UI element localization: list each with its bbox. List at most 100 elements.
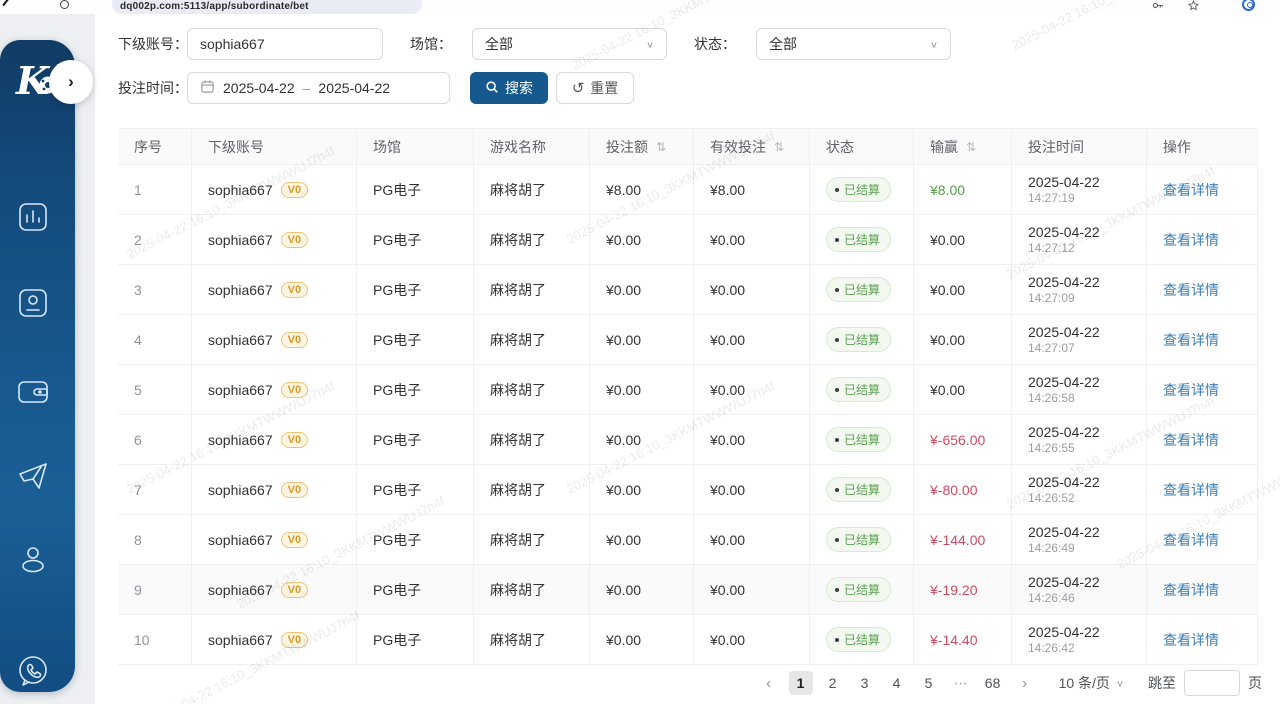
page-number-68[interactable]: 68 [981, 671, 1005, 695]
main-panel: 下级账号： sophia667 场馆： 全部 ∨ 状态： 全部 ∨ 投注时间： [95, 14, 1280, 704]
column-header-label: 投注时间 [1028, 137, 1084, 157]
bet-date: 2025-04-22 [1028, 324, 1100, 341]
sidebar-item-wallet[interactable] [0, 372, 66, 417]
date-range-picker[interactable]: 2025-04-22 – 2025-04-22 [187, 72, 450, 104]
sidebar-item-members[interactable] [0, 284, 66, 327]
cell-bet-time: 2025-04-2214:26:58 [1012, 365, 1147, 415]
view-details-link[interactable]: 查看详情 [1163, 330, 1219, 350]
level-badge: V0 [281, 282, 308, 298]
cell-valid-bet: ¥0.00 [694, 515, 810, 565]
column-header-8[interactable]: 输赢⇅ [914, 129, 1012, 165]
cell-bet-amount: ¥0.00 [590, 215, 694, 265]
level-badge: V0 [281, 382, 308, 398]
row-number: 5 [134, 382, 142, 398]
search-button[interactable]: 搜索 [470, 72, 548, 104]
calendar-icon [200, 79, 215, 97]
page-number-3[interactable]: 3 [853, 671, 877, 695]
cell-game: 麻将胡了 [474, 515, 590, 565]
bet-date: 2025-04-22 [1028, 424, 1100, 441]
page-number-1[interactable]: 1 [789, 671, 813, 695]
profile-avatar-icon[interactable] [1242, 0, 1255, 11]
view-details-link[interactable]: 查看详情 [1163, 380, 1219, 400]
bet-table: 序号下级账号场馆游戏名称投注额⇅有效投注⇅状态输赢⇅投注时间操作 1sophia… [118, 128, 1258, 665]
column-header-label: 状态 [826, 137, 854, 157]
page-number-2[interactable]: 2 [821, 671, 845, 695]
reload-icon[interactable] [60, 0, 69, 9]
table-row: 10sophia667V0PG电子麻将胡了¥0.00¥0.00已结算¥-14.4… [118, 615, 1258, 665]
cell-action: 查看详情 [1147, 565, 1258, 615]
cell-index: 6 [118, 415, 192, 465]
view-details-link[interactable]: 查看详情 [1163, 180, 1219, 200]
cell-valid-bet: ¥8.00 [694, 165, 810, 215]
column-header-6[interactable]: 有效投注⇅ [694, 129, 810, 165]
view-details-link[interactable]: 查看详情 [1163, 530, 1219, 550]
status-badge: 已结算 [826, 477, 891, 502]
status-dot [835, 338, 839, 342]
bet-clock: 14:26:46 [1028, 591, 1100, 606]
cell-action: 查看详情 [1147, 365, 1258, 415]
column-header-1: 序号 [118, 129, 192, 165]
view-details-link[interactable]: 查看详情 [1163, 280, 1219, 300]
column-header-9: 投注时间 [1012, 129, 1147, 165]
winloss-amount: ¥-656.00 [930, 432, 985, 448]
table-row: 7sophia667V0PG电子麻将胡了¥0.00¥0.00已结算¥-80.00… [118, 465, 1258, 515]
cell-valid-bet: ¥0.00 [694, 215, 810, 265]
password-key-icon[interactable] [1152, 0, 1163, 13]
bet-time: 2025-04-2214:26:58 [1028, 374, 1100, 406]
cell-status: 已结算 [810, 215, 914, 265]
cell-venue: PG电子 [357, 565, 474, 615]
bet-time: 2025-04-2214:27:07 [1028, 324, 1100, 356]
bookmark-star-icon[interactable] [1188, 0, 1199, 13]
page-number-5[interactable]: 5 [917, 671, 941, 695]
cell-winloss: ¥-19.20 [914, 565, 1012, 615]
sidebar-expand-button[interactable]: › [49, 60, 93, 104]
sort-icon[interactable]: ⇅ [656, 140, 666, 154]
cell-venue: PG电子 [357, 415, 474, 465]
account-input[interactable]: sophia667 [187, 28, 383, 60]
cell-bet-time: 2025-04-2214:26:55 [1012, 415, 1147, 465]
cell-status: 已结算 [810, 365, 914, 415]
wallet-icon [13, 372, 53, 417]
cell-game: 麻将胡了 [474, 315, 590, 365]
account-name: sophia667 [208, 382, 273, 398]
level-badge: V0 [281, 482, 308, 498]
status-dot [835, 538, 839, 542]
bet-clock: 14:26:58 [1028, 391, 1100, 406]
jump-page-input[interactable] [1184, 670, 1240, 696]
view-details-link[interactable]: 查看详情 [1163, 630, 1219, 650]
pagination: ‹ 12345⋯68 › 10 条/页 ∨ 跳至 页 [757, 670, 1262, 696]
next-page-button[interactable]: › [1013, 671, 1037, 695]
bet-date: 2025-04-22 [1028, 174, 1100, 191]
page-number-4[interactable]: 4 [885, 671, 909, 695]
status-dot [835, 638, 839, 642]
table-row: 1sophia667V0PG电子麻将胡了¥8.00¥8.00已结算¥8.0020… [118, 165, 1258, 215]
column-header-label: 操作 [1163, 137, 1191, 157]
sidebar-item-analytics[interactable] [0, 198, 66, 241]
view-details-link[interactable]: 查看详情 [1163, 580, 1219, 600]
view-details-link[interactable]: 查看详情 [1163, 430, 1219, 450]
status-dot [835, 588, 839, 592]
bet-date: 2025-04-22 [1028, 374, 1100, 391]
view-details-link[interactable]: 查看详情 [1163, 230, 1219, 250]
page-size-select[interactable]: 10 条/页 ∨ [1059, 673, 1124, 693]
cell-index: 8 [118, 515, 192, 565]
status-select[interactable]: 全部 ∨ [756, 28, 951, 60]
row-number: 3 [134, 282, 142, 298]
row-number: 10 [134, 632, 150, 648]
column-header-5[interactable]: 投注额⇅ [590, 129, 694, 165]
sidebar-item-support[interactable] [0, 650, 66, 697]
cell-account: sophia667V0 [192, 465, 357, 515]
status-text: 已结算 [844, 381, 880, 398]
cell-game: 麻将胡了 [474, 215, 590, 265]
address-bar[interactable]: dq002p.com:5113/app/subordinate/bet [112, 0, 422, 14]
sort-icon[interactable]: ⇅ [966, 140, 976, 154]
bet-date: 2025-04-22 [1028, 274, 1100, 291]
reset-button[interactable]: ↺ 重置 [556, 72, 634, 104]
view-details-link[interactable]: 查看详情 [1163, 480, 1219, 500]
venue-select[interactable]: 全部 ∨ [472, 28, 667, 60]
page-ellipsis[interactable]: ⋯ [949, 671, 973, 695]
sort-icon[interactable]: ⇅ [774, 140, 784, 154]
sidebar-item-promotion[interactable] [0, 456, 66, 501]
prev-page-button[interactable]: ‹ [757, 671, 781, 695]
sidebar-item-profile[interactable] [0, 540, 66, 585]
